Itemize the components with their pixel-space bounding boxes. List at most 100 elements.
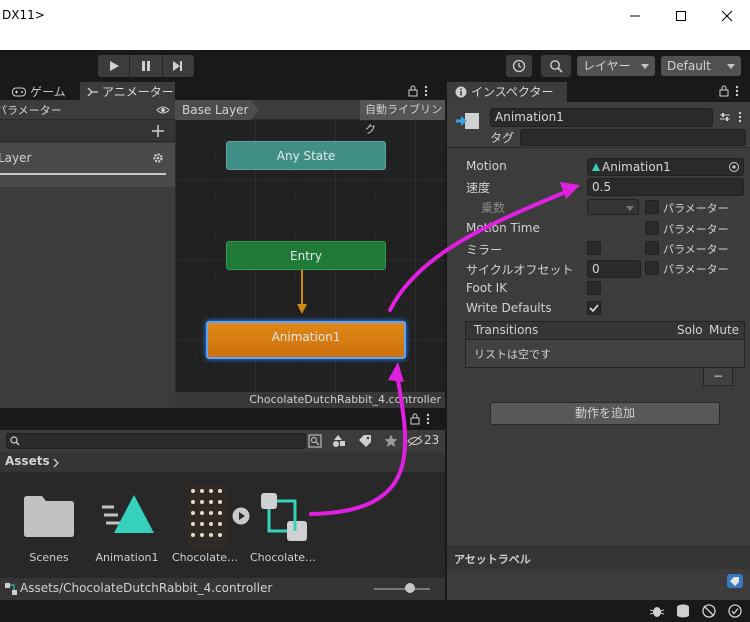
chevron-right-icon [53, 458, 59, 468]
cycle-offset-parameter-checkbox[interactable] [645, 261, 659, 275]
more-options-icon[interactable] [424, 85, 428, 97]
label-tag-icon[interactable] [358, 434, 372, 448]
state-name-input[interactable]: Animation1 [490, 108, 713, 127]
cycle-offset-label: サイクルオフセット [466, 263, 574, 277]
asset-labels-header[interactable]: アセットラベル [447, 546, 750, 569]
folder-icon [24, 496, 74, 537]
mirror-parameter-checkbox[interactable] [645, 241, 659, 255]
tab-inspector[interactable]: インスペクター [447, 82, 567, 102]
asset-label: ChocolateDutchRabbit [172, 551, 242, 564]
tab-animator[interactable]: アニメーター [80, 82, 175, 102]
database-icon[interactable] [676, 604, 690, 618]
tab-animator-label: アニメーター [102, 85, 174, 99]
bug-icon[interactable] [650, 604, 664, 618]
animator-state-icon [456, 113, 479, 129]
layer-item[interactable]: Layer [0, 143, 175, 187]
animator-graph[interactable]: Base Layer 自動ライブリンク Any State Entry Anim… [175, 100, 445, 408]
tag-input[interactable] [520, 129, 746, 146]
object-picker-icon[interactable] [728, 161, 740, 173]
zoom-slider-handle[interactable] [405, 583, 416, 593]
pause-button[interactable] [130, 55, 163, 77]
search-by-type-icon[interactable] [332, 434, 346, 448]
write-defaults-checkbox[interactable] [587, 301, 601, 315]
multiplier-parameter-checkbox[interactable] [645, 200, 659, 214]
transitions-header: Transitions Solo Mute [465, 321, 745, 340]
cycle-offset-value: 0 [592, 262, 600, 276]
animator-controller-icon [261, 493, 307, 541]
auto-live-link-button[interactable]: 自動ライブリンク [360, 100, 445, 136]
layer-weight-bar [0, 173, 166, 175]
lock-icon[interactable] [719, 85, 729, 97]
foot-ik-checkbox[interactable] [587, 281, 601, 295]
transitions-solo-label: Solo [677, 323, 703, 337]
speed-input[interactable]: 0.5 [587, 178, 744, 196]
breadcrumb-base-layer: Base Layer [182, 103, 249, 117]
expand-asset-icon[interactable] [232, 507, 250, 525]
controller-small-icon [5, 583, 17, 595]
state-any-state-label: Any State [276, 149, 336, 163]
asset-label: Animation1 [95, 551, 159, 564]
state-entry-label: Entry [290, 249, 322, 263]
tab-inspector-label: インスペクター [471, 85, 554, 99]
lock-icon[interactable] [408, 85, 418, 97]
star-icon[interactable] [384, 434, 398, 448]
project-breadcrumb[interactable]: Assets [5, 454, 50, 468]
zoom-slider[interactable] [374, 588, 430, 590]
playmode-controls [98, 55, 194, 77]
motion-field[interactable]: Animation1 [587, 158, 744, 176]
check-circle-icon[interactable] [728, 604, 742, 618]
tag-label: タグ [490, 131, 515, 145]
play-button[interactable] [98, 55, 131, 77]
hidden-packages-icon[interactable] [407, 435, 423, 447]
chevron-down-icon [641, 64, 649, 69]
multiplier-dropdown[interactable] [587, 199, 639, 215]
project-search-input[interactable] [6, 433, 306, 449]
maximize-button[interactable] [658, 0, 704, 32]
network-off-icon[interactable] [702, 604, 716, 618]
tab-game[interactable]: ゲーム [0, 82, 78, 102]
remove-transition-button[interactable]: − [703, 368, 733, 386]
motion-time-parameter-checkbox[interactable] [645, 221, 659, 235]
transitions-title: Transitions [474, 323, 539, 337]
add-layer-icon[interactable] [152, 125, 164, 137]
parameter-label: パラメーター [663, 223, 729, 236]
asset-label: ChocolateDutchRabbit_4 [250, 551, 320, 564]
layer-name: Layer [0, 151, 32, 165]
minimize-button[interactable] [612, 0, 658, 32]
cycle-offset-input[interactable]: 0 [587, 260, 641, 278]
animator-tabbar: ゲーム アニメーター [0, 82, 445, 102]
search-button[interactable] [541, 55, 571, 77]
more-options-icon[interactable] [735, 85, 739, 97]
label-tag-icon[interactable] [727, 574, 743, 588]
layers-dropdown[interactable]: レイヤー [577, 56, 655, 76]
preset-icon[interactable] [719, 111, 731, 123]
tab-parameters[interactable]: パラメーター [0, 102, 62, 118]
transition-arrow[interactable] [292, 270, 312, 322]
motion-value: Animation1 [602, 160, 671, 174]
main-toolbar: レイヤー Default [0, 50, 750, 82]
close-button[interactable] [704, 0, 750, 32]
breadcrumb[interactable]: Base Layer [175, 100, 259, 120]
gear-icon[interactable] [152, 152, 164, 164]
transitions-mute-label: Mute [709, 323, 740, 337]
state-animation1[interactable]: Animation1 [206, 321, 406, 359]
mirror-checkbox[interactable] [587, 241, 601, 255]
layout-dropdown[interactable]: Default [661, 56, 741, 76]
add-behaviour-button[interactable]: 動作を追加 [490, 402, 720, 425]
more-options-icon[interactable] [738, 111, 742, 123]
gamepad-icon [12, 87, 26, 97]
add-behaviour-label: 動作を追加 [574, 406, 635, 420]
search-by-scene-icon[interactable] [308, 434, 322, 448]
eye-icon[interactable] [156, 105, 170, 115]
more-options-icon[interactable] [426, 413, 430, 425]
step-button[interactable] [163, 55, 194, 77]
play-icon [109, 61, 119, 71]
history-button[interactable] [506, 55, 532, 77]
window-titlebar: DX11> [0, 0, 750, 50]
project-window: 23 Assets Scenes Animation1 ChocolateDu … [0, 410, 445, 600]
lock-icon[interactable] [410, 413, 420, 425]
parameter-label: パラメーター [663, 243, 729, 256]
state-any-state[interactable]: Any State [226, 141, 386, 170]
chevron-down-icon [626, 206, 634, 211]
state-entry[interactable]: Entry [226, 241, 386, 270]
